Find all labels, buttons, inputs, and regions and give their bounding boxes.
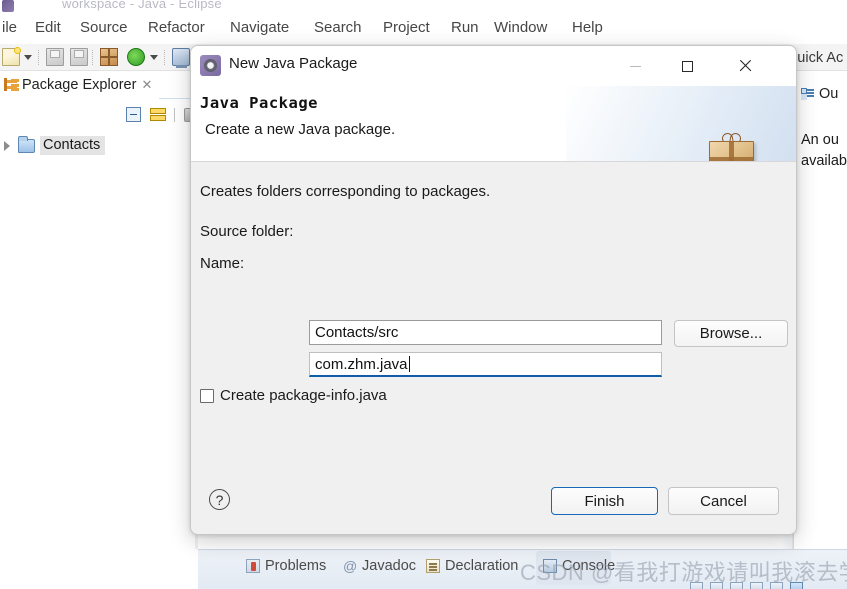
- dialog-footer: ? Finish Cancel: [191, 468, 796, 534]
- toolbar-separator: [174, 108, 175, 122]
- cancel-button[interactable]: Cancel: [668, 487, 779, 515]
- pin-console-icon[interactable]: [770, 582, 783, 589]
- outline-panel: Ou An ou availab: [793, 72, 847, 549]
- tab-problems[interactable]: Problems: [246, 558, 326, 574]
- source-folder-label: Source folder:: [200, 223, 293, 240]
- text-caret: [409, 356, 410, 372]
- dialog-heading: Java Package: [200, 94, 318, 112]
- collapse-all-icon[interactable]: [126, 107, 141, 122]
- problems-icon: [246, 559, 260, 573]
- close-icon[interactable]: ✕: [141, 78, 152, 91]
- browse-button[interactable]: Browse...: [674, 320, 788, 347]
- help-icon[interactable]: ?: [209, 489, 230, 510]
- package-explorer-toolbar: [0, 104, 195, 128]
- ide-window-title: workspace - Java - Eclipse: [62, 0, 222, 11]
- scroll-lock-icon[interactable]: [750, 582, 763, 589]
- package-name-value: com.zhm.java: [315, 356, 408, 373]
- menu-item-file[interactable]: ile: [0, 19, 19, 36]
- tab-console[interactable]: Console: [543, 558, 615, 574]
- toolbar-separator: [92, 50, 93, 65]
- menu-item-refactor[interactable]: Refactor: [146, 19, 207, 36]
- outline-empty-message: An ou availab: [801, 130, 847, 172]
- menu-item-navigate[interactable]: Navigate: [228, 19, 291, 36]
- menu-item-source[interactable]: Source: [78, 19, 130, 36]
- toolbar-separator: [164, 50, 165, 65]
- eclipse-package-icon: [200, 55, 221, 76]
- dialog-title: New Java Package: [229, 55, 357, 72]
- toolbar-separator: [38, 50, 39, 65]
- finish-button[interactable]: Finish: [551, 487, 658, 515]
- remove-launch-icon[interactable]: [710, 582, 723, 589]
- dialog-title-bar: New Java Package: [191, 46, 796, 86]
- tab-javadoc[interactable]: @ Javadoc: [343, 558, 416, 574]
- menu-item-window[interactable]: Window: [492, 19, 549, 36]
- gift-box: [709, 141, 754, 162]
- terminate-icon[interactable]: [690, 582, 703, 589]
- outline-message-line-2: availab: [801, 151, 847, 172]
- save-icon[interactable]: [46, 48, 64, 66]
- project-folder-icon: [18, 139, 35, 153]
- tree-item-contacts[interactable]: Contacts: [0, 135, 105, 156]
- console-icon: [543, 559, 557, 573]
- outline-tab-label: Ou: [819, 86, 838, 102]
- outline-icon: [801, 88, 814, 100]
- tab-problems-label: Problems: [265, 558, 326, 574]
- dialog-body: Creates folders corresponding to package…: [191, 163, 796, 518]
- create-package-info-row[interactable]: Create package-info.java: [200, 387, 387, 404]
- chevron-right-icon[interactable]: [2, 140, 13, 151]
- run-icon[interactable]: [127, 48, 145, 66]
- close-icon: [738, 59, 752, 73]
- minimize-button[interactable]: [612, 46, 658, 86]
- package-explorer-icon: [4, 78, 17, 91]
- minimize-icon: [630, 66, 641, 67]
- screenshot-root: workspace - Java - Eclipse ile Edit Sour…: [0, 0, 847, 589]
- open-console-icon[interactable]: [790, 582, 803, 589]
- name-label: Name:: [200, 255, 244, 272]
- new-file-icon[interactable]: [2, 48, 20, 66]
- dialog-hint-text: Creates folders corresponding to package…: [200, 183, 490, 200]
- tab-javadoc-label: Javadoc: [362, 558, 416, 574]
- menu-item-project[interactable]: Project: [381, 19, 432, 36]
- package-explorer-tab-strip: Package Explorer ✕: [0, 71, 195, 98]
- menu-item-edit[interactable]: Edit: [33, 19, 63, 36]
- source-folder-input[interactable]: Contacts/src: [309, 320, 662, 345]
- eclipse-logo-icon: [2, 0, 14, 12]
- console-toolbar: [690, 582, 847, 589]
- tab-outline[interactable]: Ou: [794, 82, 838, 106]
- package-explorer-label: Package Explorer: [22, 77, 136, 93]
- menu-bar: ile Edit Source Refactor Navigate Search…: [0, 15, 847, 43]
- menu-item-search[interactable]: Search: [312, 19, 364, 36]
- tab-declaration-label: Declaration: [445, 558, 518, 574]
- link-with-editor-icon[interactable]: [150, 107, 166, 122]
- javadoc-icon: @: [343, 559, 357, 573]
- dialog-header: Java Package Create a new Java package.: [191, 86, 796, 162]
- close-button[interactable]: [722, 46, 768, 86]
- open-console-icon[interactable]: [172, 48, 190, 66]
- dialog-subheading: Create a new Java package.: [205, 121, 395, 138]
- package-name-input[interactable]: com.zhm.java: [309, 352, 662, 377]
- maximize-button[interactable]: [664, 46, 710, 86]
- run-dropdown-icon[interactable]: [150, 55, 158, 60]
- maximize-icon: [682, 61, 693, 72]
- create-package-info-checkbox[interactable]: [200, 389, 214, 403]
- declaration-icon: [426, 559, 440, 573]
- new-java-package-icon[interactable]: [100, 48, 118, 66]
- package-explorer-tree: Contacts: [0, 131, 195, 531]
- menu-item-run[interactable]: Run: [449, 19, 481, 36]
- create-package-info-label: Create package-info.java: [220, 387, 387, 404]
- save-all-icon[interactable]: [70, 48, 88, 66]
- clear-console-icon[interactable]: [730, 582, 743, 589]
- tab-package-explorer[interactable]: Package Explorer ✕: [0, 71, 158, 98]
- gift-package-icon: [709, 133, 754, 162]
- tree-item-label: Contacts: [40, 136, 105, 155]
- outline-message-line-1: An ou: [801, 130, 847, 151]
- tab-declaration[interactable]: Declaration: [426, 558, 518, 574]
- tab-console-label: Console: [562, 558, 615, 574]
- new-file-dropdown-icon[interactable]: [24, 55, 32, 60]
- ide-title-bar: workspace - Java - Eclipse: [0, 0, 847, 15]
- header-gradient: [566, 86, 796, 162]
- new-java-package-dialog: New Java Package Java Package Create a n…: [190, 45, 797, 535]
- menu-item-help[interactable]: Help: [570, 19, 605, 36]
